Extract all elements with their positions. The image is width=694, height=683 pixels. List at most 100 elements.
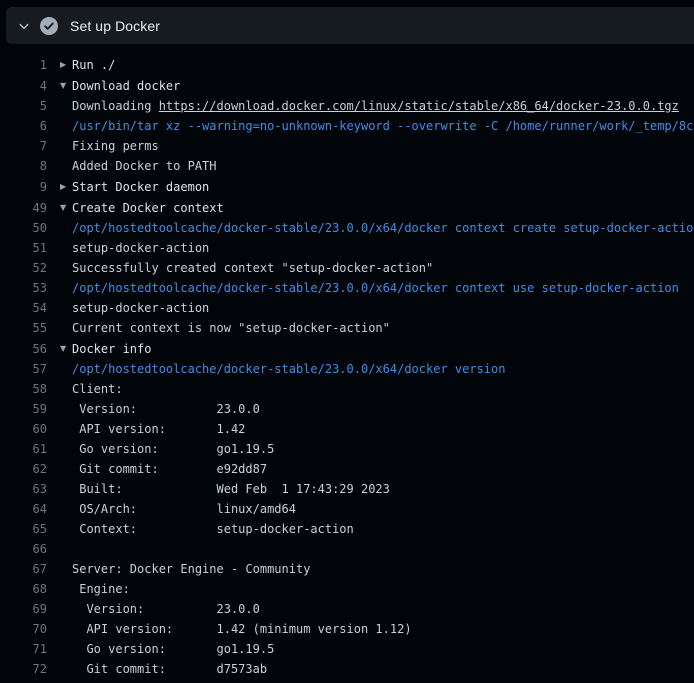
log-text: Current context is now "setup-docker-act… <box>72 318 390 338</box>
log-line: 55 Current context is now "setup-docker-a… <box>0 318 694 338</box>
log-text: API version: 1.42 <box>72 419 245 439</box>
log-text: Run ./ <box>72 55 115 75</box>
log-text: Built: Wed Feb 1 17:43:29 2023 <box>72 479 390 499</box>
log-group-line[interactable]: 4▼Download docker <box>0 75 694 96</box>
log-line: 60 API version: 1.42 <box>0 419 694 439</box>
line-number[interactable]: 5 <box>0 99 47 113</box>
line-number[interactable]: 52 <box>0 261 47 275</box>
line-number[interactable]: 61 <box>0 442 47 456</box>
log-line: 58 Client: <box>0 379 694 399</box>
step-title: Set up Docker <box>70 18 160 34</box>
log-line: 51 setup-docker-action <box>0 238 694 258</box>
log-text: API version: 1.42 (minimum version 1.12) <box>72 619 412 639</box>
log-text: Docker info <box>72 339 151 359</box>
chevron-down-icon[interactable] <box>16 18 32 34</box>
log-line: 67 Server: Docker Engine - Community <box>0 559 694 579</box>
log-group-line[interactable]: 49▼Create Docker context <box>0 197 694 218</box>
log-text: Download docker <box>72 76 180 96</box>
log-text: Version: 23.0.0 <box>72 599 260 619</box>
line-number[interactable]: 4 <box>0 79 47 93</box>
line-number[interactable]: 51 <box>0 241 47 255</box>
line-number[interactable]: 1 <box>0 58 47 72</box>
line-number[interactable]: 54 <box>0 301 47 315</box>
log-lines: 1▶Run ./4▼Download docker5Downloading ht… <box>0 44 694 683</box>
log-line: 69 Version: 23.0.0 <box>0 599 694 619</box>
line-number[interactable]: 55 <box>0 321 47 335</box>
line-number[interactable]: 67 <box>0 562 47 576</box>
log-command-text: /opt/hostedtoolcache/docker-stable/23.0.… <box>72 278 679 298</box>
log-command-text: /opt/hostedtoolcache/docker-stable/23.0.… <box>72 218 694 238</box>
log-line: 63 Built: Wed Feb 1 17:43:29 2023 <box>0 479 694 499</box>
log-text: Go version: go1.19.5 <box>72 639 274 659</box>
log-link[interactable]: https://download.docker.com/linux/static… <box>159 99 679 113</box>
line-number[interactable]: 50 <box>0 221 47 235</box>
log-text: Added Docker to PATH <box>72 156 217 176</box>
log-line: 68 Engine: <box>0 579 694 599</box>
line-number[interactable]: 69 <box>0 602 47 616</box>
line-number[interactable]: 7 <box>0 139 47 153</box>
line-number[interactable]: 53 <box>0 281 47 295</box>
log-line: 6/usr/bin/tar xz --warning=no-unknown-ke… <box>0 116 694 136</box>
log-line: 50/opt/hostedtoolcache/docker-stable/23.… <box>0 218 694 238</box>
line-number[interactable]: 62 <box>0 462 47 476</box>
log-command-text: /opt/hostedtoolcache/docker-stable/23.0.… <box>72 359 505 379</box>
log-line: 53/opt/hostedtoolcache/docker-stable/23.… <box>0 278 694 298</box>
line-number[interactable]: 72 <box>0 662 47 676</box>
log-command-text: /usr/bin/tar xz --warning=no-unknown-key… <box>72 116 694 136</box>
line-number[interactable]: 64 <box>0 502 47 516</box>
line-number[interactable]: 6 <box>0 119 47 133</box>
log-line: 66 <box>0 539 694 559</box>
group-expand-icon[interactable]: ▶ <box>47 183 72 191</box>
line-number[interactable]: 57 <box>0 362 47 376</box>
line-number[interactable]: 49 <box>0 201 47 215</box>
log-text: Create Docker context <box>72 198 224 218</box>
log-line: 70 API version: 1.42 (minimum version 1.… <box>0 619 694 639</box>
log-group-line[interactable]: 1▶Run ./ <box>0 54 694 75</box>
log-line: 59 Version: 23.0.0 <box>0 399 694 419</box>
line-number[interactable]: 66 <box>0 542 47 556</box>
log-text: Downloading https://download.docker.com/… <box>72 96 679 116</box>
group-collapse-icon[interactable]: ▼ <box>47 82 72 90</box>
log-text: Client: <box>72 379 123 399</box>
line-number[interactable]: 68 <box>0 582 47 596</box>
line-number[interactable]: 63 <box>0 482 47 496</box>
log-text: Successfully created context "setup-dock… <box>72 258 433 278</box>
step-header[interactable]: Set up Docker <box>6 7 694 44</box>
check-circle-icon <box>40 17 58 35</box>
log-text: Git commit: e92dd87 <box>72 459 267 479</box>
log-line: 65 Context: setup-docker-action <box>0 519 694 539</box>
group-collapse-icon[interactable]: ▼ <box>47 345 72 353</box>
line-number[interactable]: 56 <box>0 342 47 356</box>
log-text: OS/Arch: linux/amd64 <box>72 499 296 519</box>
log-text: Version: 23.0.0 <box>72 399 260 419</box>
log-line: 8 Added Docker to PATH <box>0 156 694 176</box>
log-text: Git commit: d7573ab <box>72 659 267 679</box>
log-group-line[interactable]: 9▶Start Docker daemon <box>0 176 694 197</box>
log-text: setup-docker-action <box>72 298 209 318</box>
log-line: 57/opt/hostedtoolcache/docker-stable/23.… <box>0 359 694 379</box>
line-number[interactable]: 58 <box>0 382 47 396</box>
log-line: 7 Fixing perms <box>0 136 694 156</box>
log-text: Context: setup-docker-action <box>72 519 354 539</box>
line-number[interactable]: 65 <box>0 522 47 536</box>
line-number[interactable]: 70 <box>0 622 47 636</box>
line-number[interactable]: 9 <box>0 180 47 194</box>
line-number[interactable]: 8 <box>0 159 47 173</box>
line-number[interactable]: 71 <box>0 642 47 656</box>
log-text: Fixing perms <box>72 136 159 156</box>
log-line: 64 OS/Arch: linux/amd64 <box>0 499 694 519</box>
log-line: 5 Downloading https://download.docker.com… <box>0 96 694 116</box>
log-text: Engine: <box>72 579 130 599</box>
line-number[interactable]: 60 <box>0 422 47 436</box>
line-number[interactable]: 59 <box>0 402 47 416</box>
log-text: setup-docker-action <box>72 238 209 258</box>
log-text: Server: Docker Engine - Community <box>72 559 310 579</box>
group-collapse-icon[interactable]: ▼ <box>47 204 72 212</box>
log-group-line[interactable]: 56▼Docker info <box>0 338 694 359</box>
group-expand-icon[interactable]: ▶ <box>47 61 72 69</box>
log-line: 62 Git commit: e92dd87 <box>0 459 694 479</box>
log-line: 54 setup-docker-action <box>0 298 694 318</box>
log-text: Start Docker daemon <box>72 177 209 197</box>
log-line: 71 Go version: go1.19.5 <box>0 639 694 659</box>
log-text: Go version: go1.19.5 <box>72 439 274 459</box>
